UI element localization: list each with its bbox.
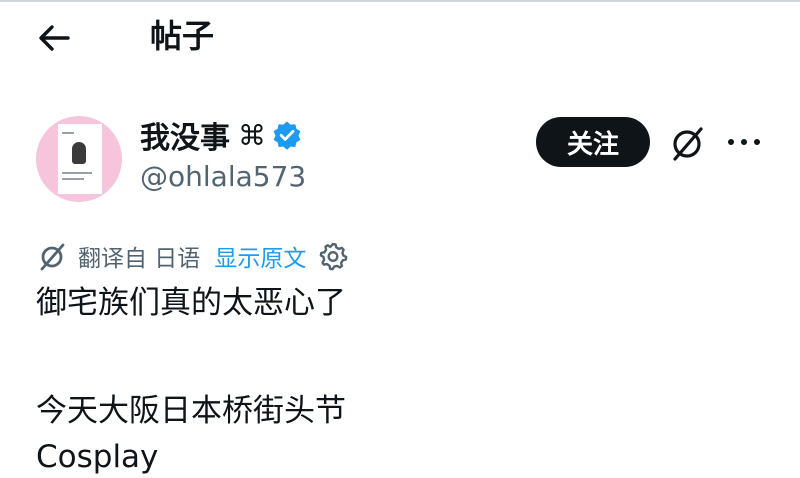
more-horizontal-icon: [728, 139, 760, 145]
translation-bar: 翻译自 日语 显示原文: [36, 236, 348, 276]
author-name[interactable]: 我没事: [140, 113, 230, 157]
page-title: 帖子: [150, 17, 215, 55]
follow-button[interactable]: 关注: [536, 117, 650, 167]
page-header: 帖子: [0, 0, 800, 80]
arrow-left-icon: [39, 25, 70, 51]
post-text-line: Cosplay: [36, 439, 159, 475]
author-handle[interactable]: @ohlala573: [140, 160, 306, 193]
author-name-symbol: ⌘: [238, 118, 266, 152]
avatar[interactable]: [36, 116, 122, 202]
back-button[interactable]: [34, 18, 74, 58]
show-original-link[interactable]: 显示原文: [214, 239, 306, 273]
post-text-line: 御宅族们真的太恶心了: [36, 285, 346, 321]
avatar-figure: [72, 142, 86, 164]
more-options-button[interactable]: [724, 128, 764, 156]
avatar-detail: [62, 132, 74, 134]
avatar-detail: [62, 178, 84, 180]
author-name-row[interactable]: 我没事 ⌘: [140, 114, 302, 156]
gear-icon[interactable]: [318, 241, 348, 271]
grok-icon: [673, 127, 703, 161]
post-text-line: 今天大阪日本桥街头节: [36, 393, 346, 429]
grok-button[interactable]: [666, 122, 708, 164]
avatar-detail: [62, 172, 92, 174]
verified-badge-icon[interactable]: [272, 120, 302, 150]
translate-icon: [40, 243, 65, 271]
translated-from-label: 翻译自 日语: [78, 246, 201, 272]
